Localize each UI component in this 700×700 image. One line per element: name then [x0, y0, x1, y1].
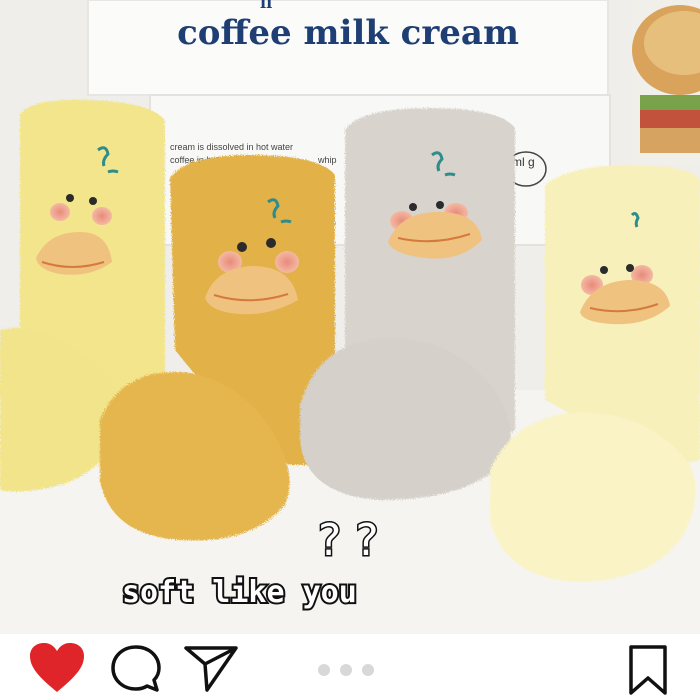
sign-top-fragment: ll — [260, 0, 272, 12]
carousel-dots — [318, 664, 374, 676]
burger-image — [632, 0, 700, 165]
carousel-dot[interactable] — [318, 664, 330, 676]
box-badge-text: ml g — [512, 155, 535, 169]
question-marks: ? ? — [318, 515, 379, 566]
heart-icon[interactable] — [28, 642, 86, 694]
post-action-bar — [0, 634, 700, 700]
box-text-3: whip — [317, 155, 337, 165]
box-text-1: cream is dissolved in hot water — [170, 142, 293, 152]
bookmark-icon[interactable] — [626, 644, 670, 696]
comment-icon[interactable] — [110, 644, 162, 694]
post-photo: ll coffee milk cream cream is dissolved … — [0, 0, 700, 634]
paper-plane-icon[interactable] — [183, 644, 239, 694]
carousel-dot[interactable] — [362, 664, 374, 676]
carousel-dot[interactable] — [340, 664, 352, 676]
sign-board: ll coffee milk cream — [87, 0, 609, 96]
sign-text: coffee milk cream — [177, 13, 519, 53]
caption: soft like you — [122, 575, 357, 610]
